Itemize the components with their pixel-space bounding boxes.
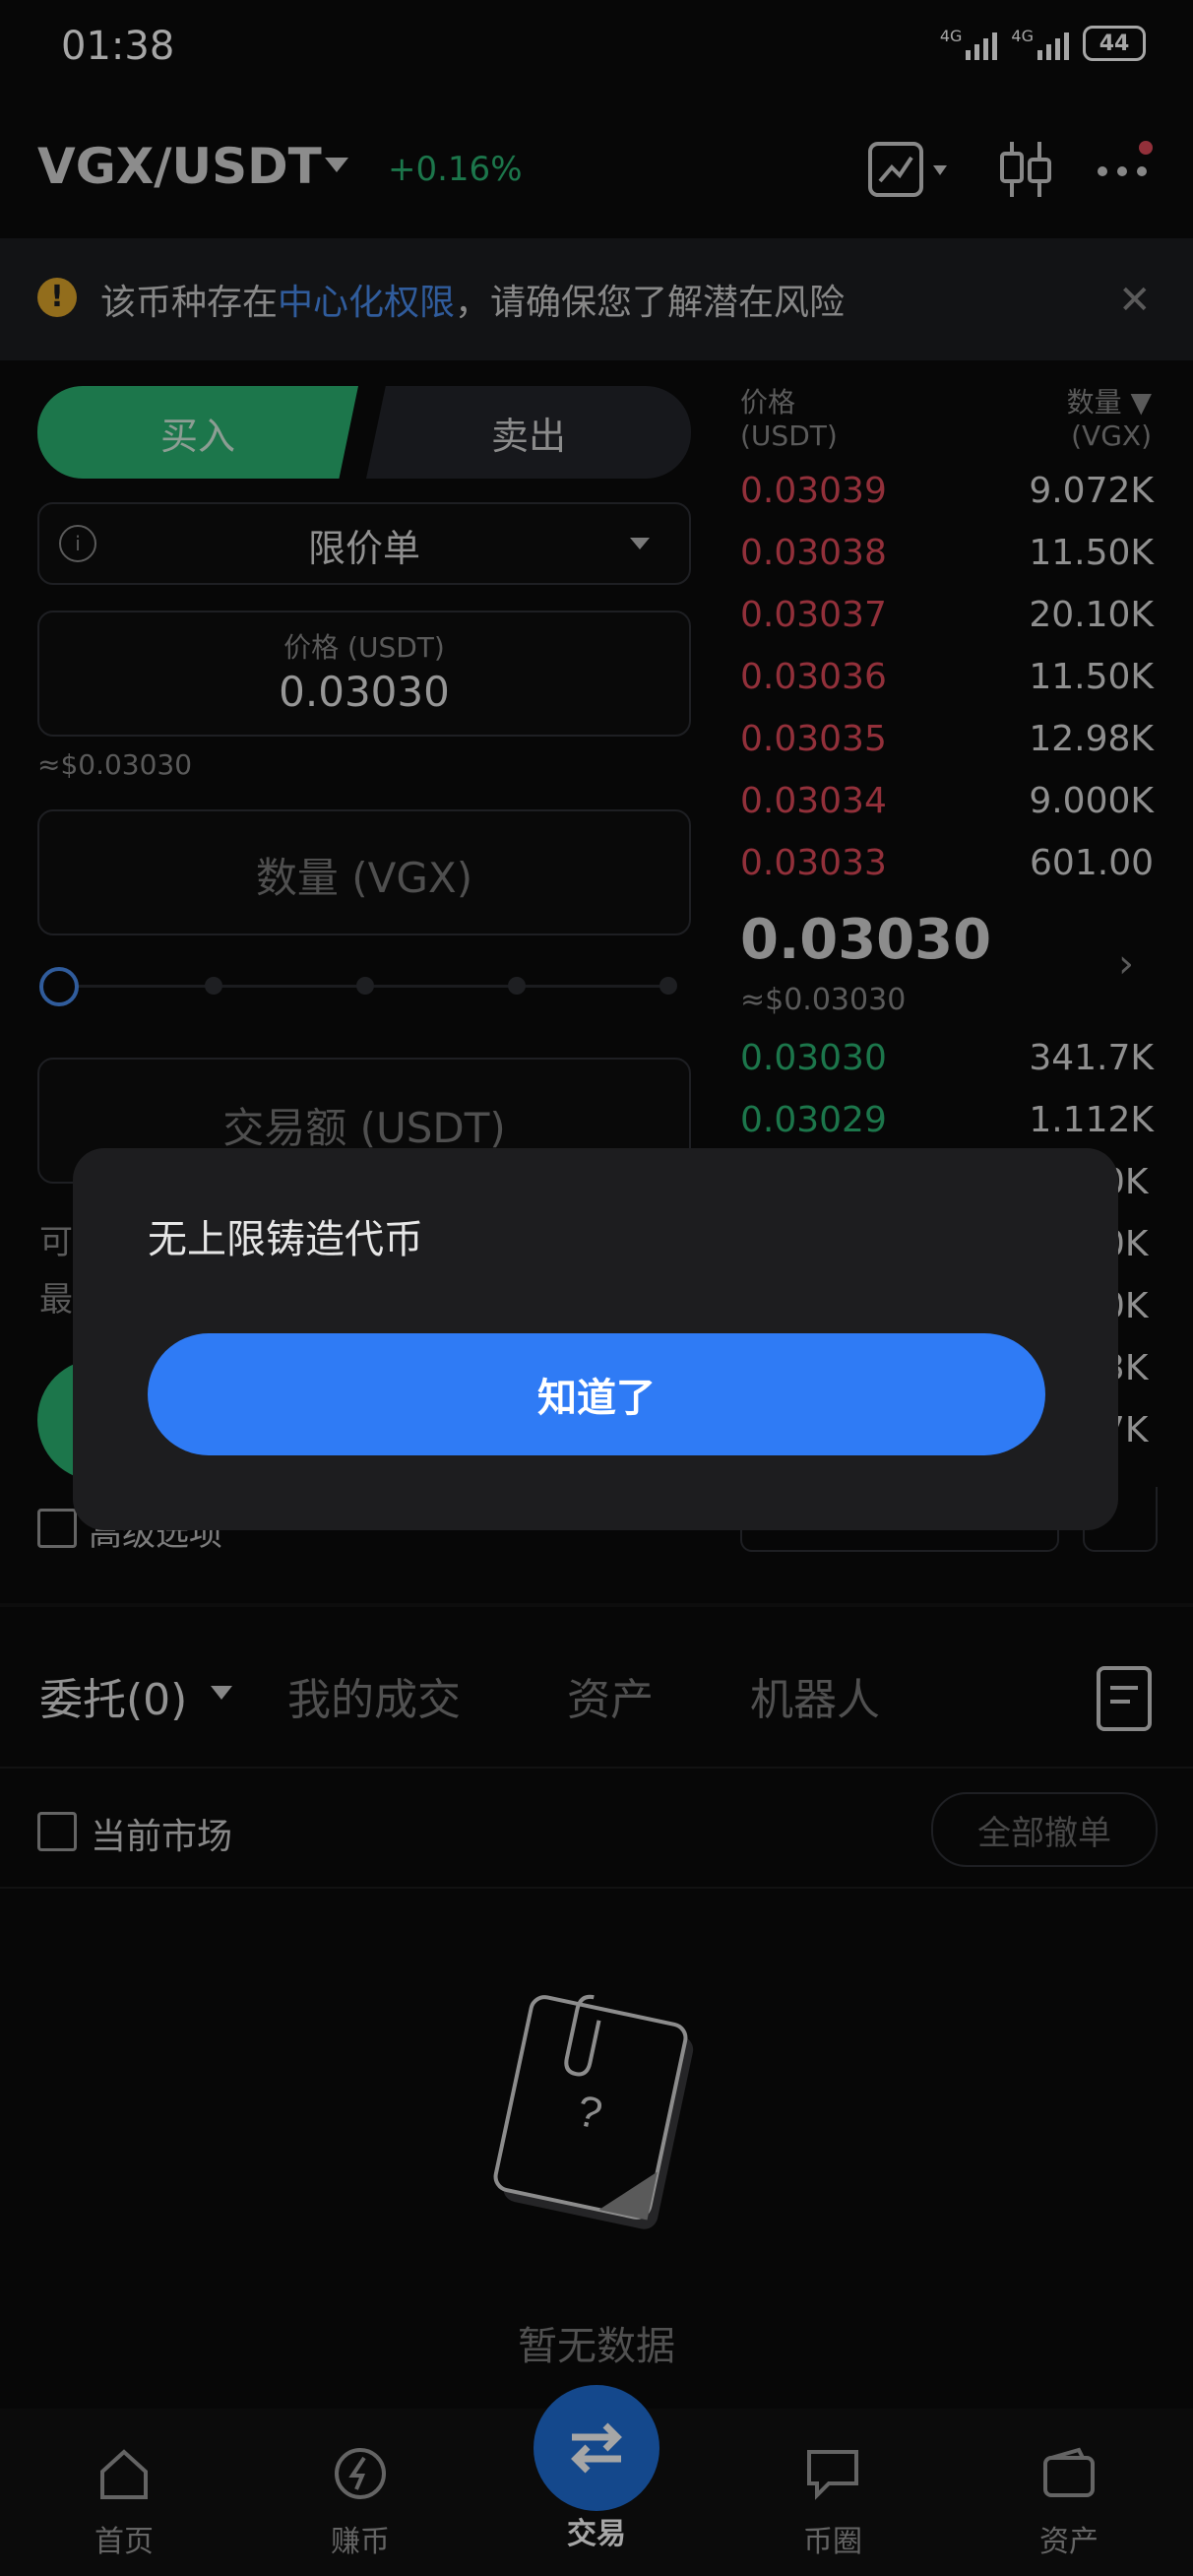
acknowledge-button[interactable]: 知道了 <box>148 1333 1045 1455</box>
modal-title: 无上限铸造代币 <box>148 1217 423 1262</box>
